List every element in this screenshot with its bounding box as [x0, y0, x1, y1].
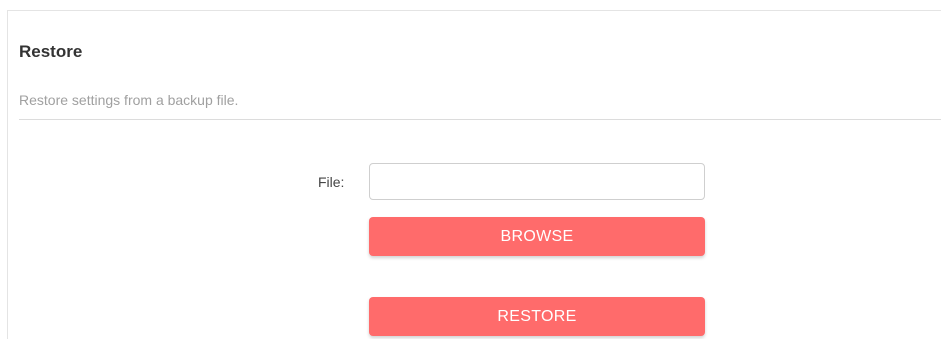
browse-button[interactable]: BROWSE	[369, 217, 705, 256]
file-input[interactable]	[369, 163, 705, 200]
section-description: Restore settings from a backup file.	[19, 92, 239, 108]
section-title: Restore	[19, 42, 83, 61]
restore-button[interactable]: RESTORE	[369, 297, 705, 336]
file-label: File:	[318, 174, 345, 190]
section-divider	[19, 119, 941, 120]
